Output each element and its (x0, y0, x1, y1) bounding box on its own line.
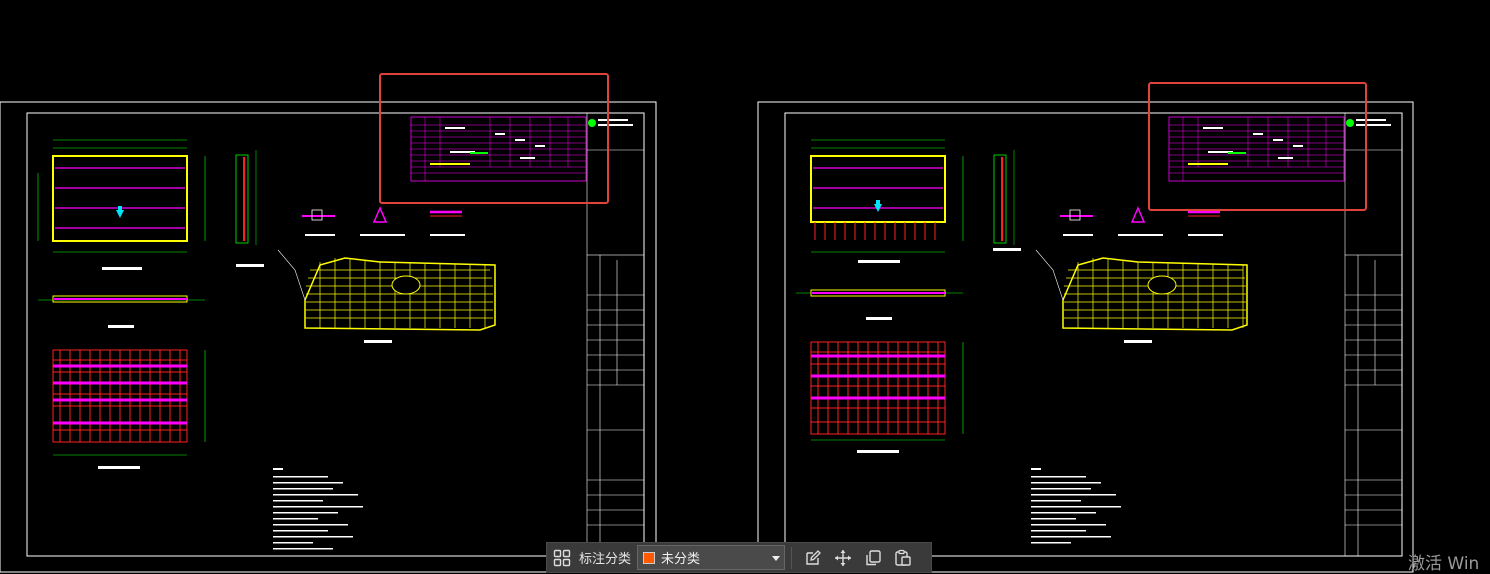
category-select[interactable]: 未分类 (637, 545, 786, 570)
copy-button[interactable] (858, 543, 888, 572)
grid-button[interactable] (547, 543, 577, 572)
section-1-1-right (796, 289, 963, 320)
notes-right (1031, 468, 1121, 544)
paste-button[interactable] (888, 543, 918, 572)
annotation-category-label: 标注分类 (579, 552, 632, 567)
material-table-right (1168, 116, 1391, 182)
annotation-toolbar: 标注分类 未分类 (546, 542, 932, 573)
plan-view-2 (810, 139, 964, 263)
rebar-view-right (810, 341, 964, 453)
cad-drawing-canvas[interactable] (0, 0, 1490, 573)
move-icon (835, 549, 852, 566)
plan-view-1 (37, 139, 206, 270)
edit-button[interactable] (798, 543, 828, 572)
section-2-2-right (993, 150, 1021, 251)
drawing-sheet-left (0, 101, 657, 573)
notes-left (273, 468, 363, 550)
copy-icon (866, 549, 881, 565)
section-1-1-left (38, 295, 205, 328)
title-block-right (1344, 113, 1403, 557)
category-color-swatch (643, 551, 656, 564)
detail-symbols-left (302, 206, 465, 236)
section-2-2-left (235, 150, 264, 267)
chevron-down-icon (772, 555, 781, 561)
move-button[interactable] (828, 543, 858, 572)
toolbar-separator (791, 546, 793, 569)
grid-icon (553, 549, 571, 566)
paste-icon (895, 549, 911, 566)
floor-plan-grid-right (1035, 249, 1248, 343)
detail-symbols-right (1060, 206, 1223, 236)
floor-plan-grid-left (277, 249, 496, 343)
highlight-box-left[interactable] (379, 73, 609, 204)
title-block-left (586, 113, 645, 557)
rebar-view-left (52, 349, 206, 469)
windows-activation-watermark: 激活 Win (1408, 554, 1480, 574)
drawing-sheet-right (757, 101, 1414, 573)
category-select-value: 未分类 (661, 552, 701, 567)
material-table-left (410, 116, 633, 182)
edit-icon (806, 549, 821, 565)
